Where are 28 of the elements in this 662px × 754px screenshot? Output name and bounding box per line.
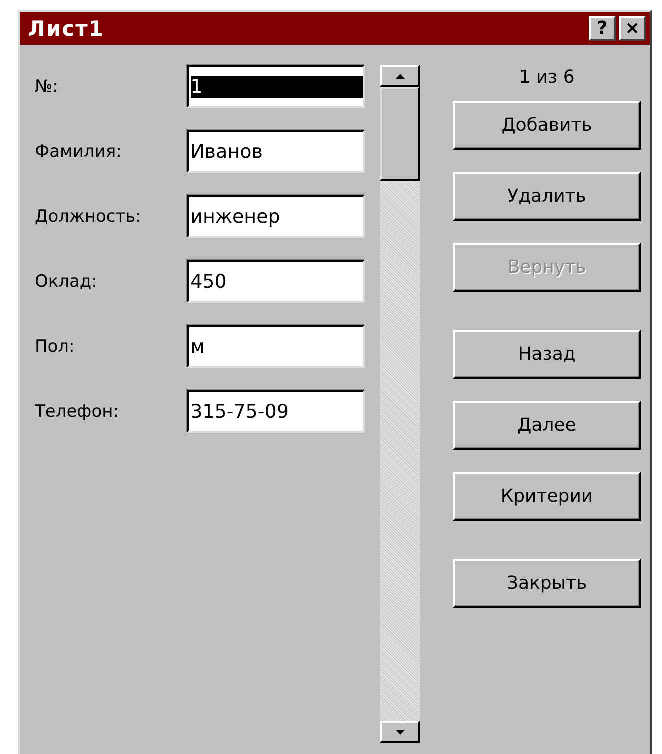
dialog-button[interactable]: Далее [453,401,641,450]
dialog-button[interactable]: Закрыть [453,559,641,608]
help-button[interactable]: ? [589,16,616,41]
input-field[interactable]: 450 [186,260,365,303]
field-label: Телефон: [35,402,120,422]
input-field[interactable]: м [186,325,365,368]
scroll-thumb[interactable] [380,87,420,181]
field-label: Оклад: [35,272,98,292]
dialog-button[interactable]: Назад [453,330,641,379]
field-label: №: [35,76,60,96]
scroll-up-button[interactable] [380,65,420,87]
scroll-down-button[interactable] [380,721,420,743]
field-label: Должность: [35,206,142,226]
field-label: Пол: [35,336,76,356]
record-counter: 1 из 6 [519,67,575,90]
close-button[interactable]: × [619,16,646,41]
input-field[interactable]: 315-75-09 [186,390,365,433]
scrollbar[interactable] [380,65,420,743]
input-field[interactable]: инженер [186,195,365,238]
dialog-button[interactable]: Добавить [453,101,641,150]
dialog-button[interactable]: Удалить [453,172,641,221]
dialog-button[interactable]: Критерии [453,472,641,521]
down-arrow-icon [396,730,404,734]
window-title: Лист1 [28,16,104,40]
input-field[interactable]: 1 [186,65,365,108]
field-label: Фамилия: [35,142,123,162]
up-arrow-icon [396,74,404,78]
input-field[interactable]: Иванов [186,130,365,173]
